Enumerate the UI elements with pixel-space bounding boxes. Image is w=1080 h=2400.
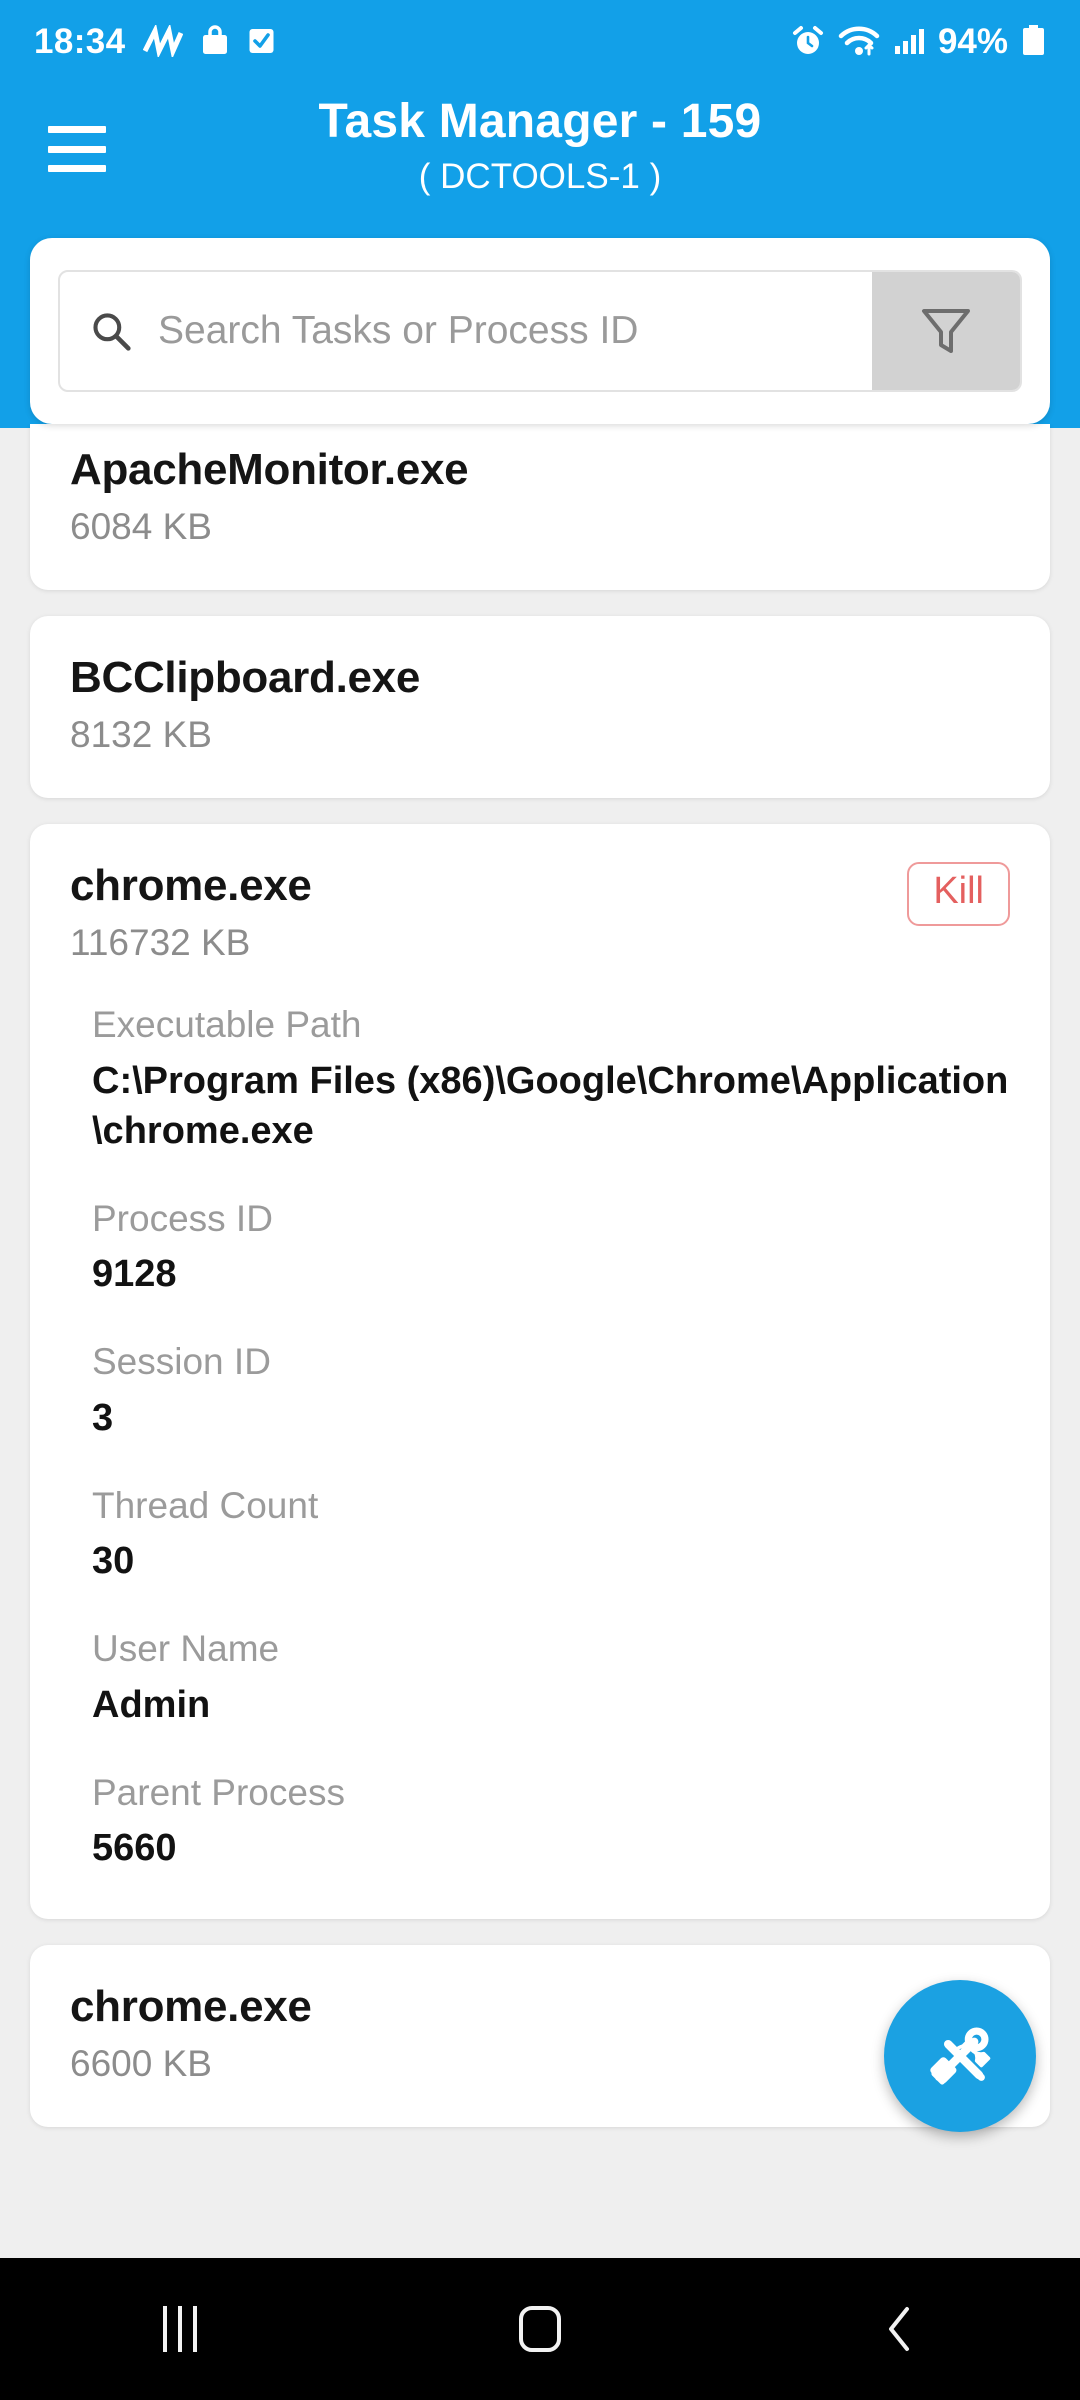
hamburger-line — [48, 126, 106, 133]
android-navigation-bar — [0, 2258, 1080, 2400]
detail-label: Session ID — [92, 1341, 271, 1383]
back-button[interactable] — [825, 2258, 975, 2400]
detail-row: Session ID 3 — [92, 1339, 1010, 1442]
page-title: Task Manager - 159 — [318, 95, 762, 148]
battery-percent: 94% — [937, 21, 1008, 61]
page-subtitle: ( DCTOOLS-1 ) — [418, 156, 662, 196]
detail-label: Parent Process — [92, 1771, 345, 1813]
recents-button[interactable] — [105, 2258, 255, 2400]
status-bar: 18:34 94% — [0, 0, 1080, 82]
process-memory: 6084 KB — [70, 505, 212, 547]
task-card[interactable]: ApacheMonitor.exe 6084 KB — [30, 424, 1050, 591]
detail-value: 5660 — [92, 1826, 177, 1869]
process-name: chrome.exe — [70, 1982, 312, 2032]
process-memory: 8132 KB — [70, 714, 212, 756]
detail-value: Admin — [92, 1683, 211, 1726]
recents-bar — [193, 2306, 197, 2352]
process-memory: 6600 KB — [70, 2042, 212, 2084]
detail-value: 30 — [92, 1540, 135, 1583]
status-time: 18:34 — [34, 21, 126, 61]
detail-label: Process ID — [92, 1198, 273, 1240]
task-card-info: chrome.exe 116732 KB — [70, 860, 312, 966]
task-card[interactable]: BCClipboard.exe 8132 KB — [30, 616, 1050, 799]
checkbox-icon — [249, 29, 274, 53]
search-input[interactable] — [158, 309, 872, 353]
hamburger-line — [48, 165, 106, 172]
detail-label: Thread Count — [92, 1484, 319, 1526]
hamburger-line — [48, 145, 106, 153]
signal-icon — [894, 29, 924, 54]
task-card-expanded[interactable]: chrome.exe 116732 KB Kill Executable Pat… — [30, 824, 1050, 1920]
process-details: Executable Path C:\Program Files (x86)\G… — [70, 1002, 1010, 1873]
recents-bar — [178, 2306, 182, 2352]
battery-icon — [1023, 25, 1044, 55]
detail-label: Executable Path — [92, 1004, 362, 1046]
detail-row: Thread Count 30 — [92, 1483, 1010, 1586]
detail-row: User Name Admin — [92, 1626, 1010, 1729]
detail-row: Executable Path C:\Program Files (x86)\G… — [92, 1002, 1010, 1156]
task-card-info: ApacheMonitor.exe 6084 KB — [70, 444, 469, 550]
task-card-info: chrome.exe 6600 KB — [70, 1981, 312, 2087]
status-bar-right: 94% — [791, 24, 1046, 59]
wifi-icon — [838, 26, 880, 56]
search-icon — [93, 313, 131, 351]
search-card — [30, 238, 1050, 424]
detail-row: Parent Process 5660 — [92, 1770, 1010, 1873]
home-button[interactable] — [465, 2258, 615, 2400]
detail-row: Process ID 9128 — [92, 1196, 1010, 1299]
search-field[interactable] — [60, 272, 872, 390]
detail-value: 3 — [92, 1396, 114, 1439]
task-card-info: BCClipboard.exe 8132 KB — [70, 652, 420, 758]
status-bar-left: 18:34 — [34, 24, 276, 59]
app-screen: 18:34 94% Task Manager - 159 (DCTOOLS-1… — [0, 0, 1080, 2400]
filter-button[interactable] — [872, 272, 1020, 390]
search-box — [58, 270, 1022, 392]
back-icon — [889, 2307, 909, 2351]
tools-fab-button[interactable] — [884, 1980, 1036, 2132]
task-card-header: ApacheMonitor.exe 6084 KB — [70, 444, 1010, 550]
task-card-header: chrome.exe 6600 KB — [70, 1981, 1010, 2087]
bag-icon — [202, 25, 227, 54]
process-name: chrome.exe — [70, 861, 312, 911]
motion-icon — [142, 25, 183, 57]
process-name: BCClipboard.exe — [70, 653, 421, 703]
tools-icon — [930, 2027, 991, 2085]
alarm-icon — [792, 26, 823, 54]
kill-button[interactable]: Kill — [907, 862, 1010, 927]
filter-funnel-icon — [922, 309, 970, 353]
recents-bar — [163, 2306, 167, 2352]
process-memory: 116732 KB — [70, 922, 251, 964]
detail-value: 9128 — [92, 1253, 177, 1296]
recents-icon — [163, 2306, 197, 2352]
header-titles: Task Manager - 159 ( DCTOOLS-1 ) — [0, 96, 1080, 200]
home-icon — [519, 2306, 561, 2352]
hamburger-menu-icon[interactable] — [48, 126, 106, 172]
task-card-header: chrome.exe 116732 KB Kill — [70, 860, 1010, 966]
detail-label: User Name — [92, 1628, 280, 1670]
process-name: ApacheMonitor.exe — [70, 445, 469, 494]
detail-value: C:\Program Files (x86)\Google\Chrome\App… — [92, 1059, 1009, 1152]
task-card-header: BCClipboard.exe 8132 KB — [70, 652, 1010, 758]
task-list[interactable]: ApacheMonitor.exe 6084 KB BCClipboard.ex… — [0, 424, 1080, 2250]
